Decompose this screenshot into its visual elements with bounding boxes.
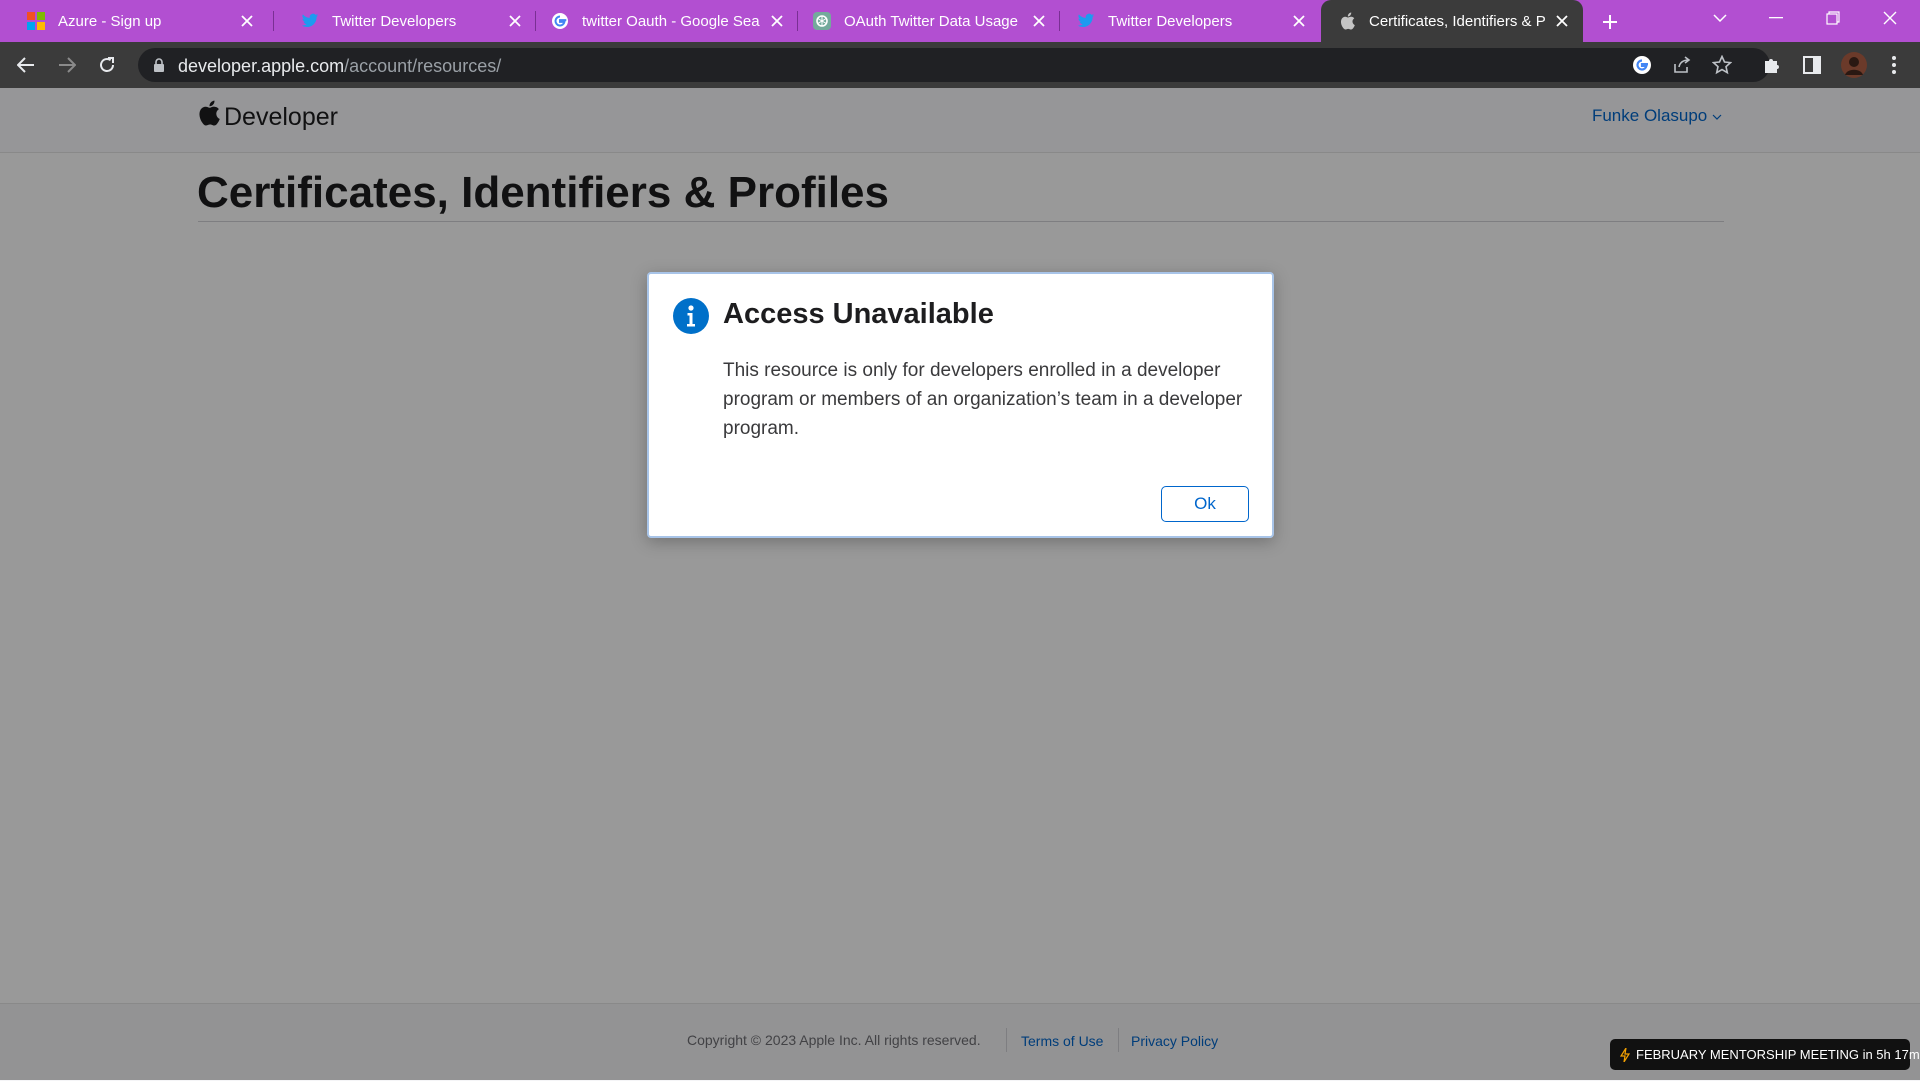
- url-text[interactable]: developer.apple.com/account/resources/: [178, 56, 501, 77]
- extensions-puzzle-icon[interactable]: [1760, 53, 1784, 77]
- twitter-bird-icon: [300, 11, 320, 31]
- close-tab-icon[interactable]: [1553, 12, 1571, 30]
- tab-title: Twitter Developers: [1108, 12, 1233, 30]
- forward-arrow-icon[interactable]: [53, 51, 81, 79]
- browser-toolbar: developer.apple.com/account/resources/: [0, 42, 1920, 88]
- tab-title: Twitter Developers: [332, 12, 457, 30]
- google-lens-icon[interactable]: [1632, 55, 1652, 80]
- close-tab-icon[interactable]: [768, 12, 786, 30]
- url-path: /account/resources/: [344, 56, 502, 76]
- browser-menu-kebab-icon[interactable]: [1882, 53, 1906, 77]
- ok-button[interactable]: Ok: [1161, 486, 1249, 522]
- tab-azure-sign-up[interactable]: Azure - Sign up: [0, 0, 268, 42]
- close-window-icon[interactable]: [1862, 0, 1918, 36]
- tab-title: twitter Oauth - Google Search: [582, 12, 760, 30]
- chatgpt-icon: [812, 11, 832, 31]
- twitter-bird-icon: [1076, 11, 1096, 31]
- bookmark-star-icon[interactable]: [1711, 54, 1733, 80]
- access-unavailable-dialog: Access Unavailable This resource is only…: [647, 272, 1274, 538]
- google-g-icon: [550, 11, 570, 31]
- minimize-window-icon[interactable]: [1748, 0, 1804, 36]
- notification-text: FEBRUARY MENTORSHIP MEETING in 5h 17m: [1636, 1047, 1920, 1062]
- side-panel-icon[interactable]: [1800, 53, 1824, 77]
- lightning-bolt-icon: [1620, 1047, 1630, 1062]
- close-tab-icon[interactable]: [506, 12, 524, 30]
- tab-title: Certificates, Identifiers & Profiles: [1369, 12, 1545, 30]
- back-arrow-icon[interactable]: [12, 51, 40, 79]
- restore-window-icon[interactable]: [1805, 0, 1861, 36]
- address-bar[interactable]: developer.apple.com/account/resources/: [138, 48, 1770, 82]
- tab-title: OAuth Twitter Data Usage: [844, 12, 1018, 30]
- close-tab-icon[interactable]: [1030, 12, 1048, 30]
- tab-oauth-twitter-data-usage[interactable]: OAuth Twitter Data Usage: [798, 0, 1060, 42]
- info-icon: [673, 298, 709, 334]
- meeting-reminder-notification[interactable]: FEBRUARY MENTORSHIP MEETING in 5h 17m: [1610, 1039, 1920, 1070]
- browser-tab-strip: Azure - Sign up Twitter Developers twitt…: [0, 0, 1920, 42]
- url-host: developer.apple.com: [178, 56, 345, 76]
- dialog-title: Access Unavailable: [723, 298, 994, 330]
- microsoft-logo-icon: [26, 11, 46, 31]
- tab-search-chevron-down-icon[interactable]: [1692, 0, 1748, 36]
- tab-twitter-developers[interactable]: Twitter Developers: [274, 0, 536, 42]
- tab-twitter-developers-2[interactable]: Twitter Developers: [1060, 0, 1320, 42]
- reload-icon[interactable]: [93, 51, 121, 79]
- profile-avatar[interactable]: [1840, 51, 1868, 79]
- dialog-message: This resource is only for developers enr…: [723, 360, 1243, 439]
- tab-google-search[interactable]: twitter Oauth - Google Search: [536, 0, 798, 42]
- new-tab-plus-icon[interactable]: [1596, 8, 1624, 36]
- tab-certificates-identifiers-profiles[interactable]: Certificates, Identifiers & Profiles: [1321, 0, 1583, 42]
- close-tab-icon[interactable]: [1290, 12, 1308, 30]
- tab-title: Azure - Sign up: [58, 12, 162, 30]
- modal-backdrop[interactable]: Access Unavailable This resource is only…: [0, 88, 1920, 1080]
- apple-logo-icon: [1337, 11, 1357, 31]
- lock-icon[interactable]: [153, 58, 165, 77]
- close-tab-icon[interactable]: [238, 12, 256, 30]
- share-icon[interactable]: [1672, 55, 1692, 80]
